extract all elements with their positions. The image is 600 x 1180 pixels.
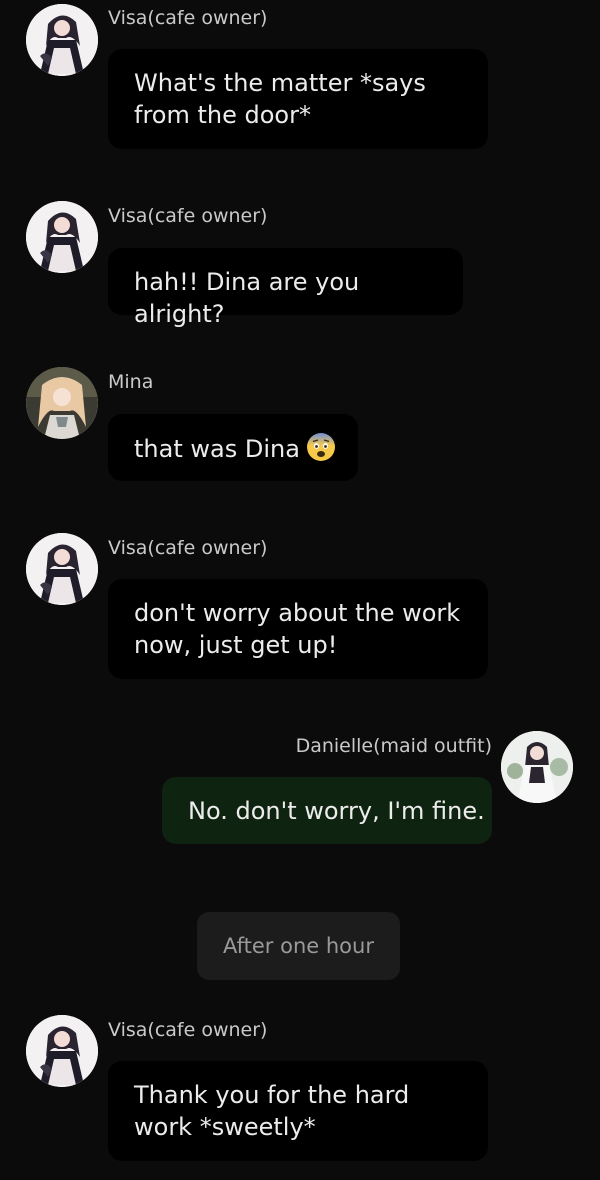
character-avatar-icon	[26, 4, 98, 76]
message-bubble[interactable]: don't worry about the work now, just get…	[108, 579, 488, 679]
sender-name: Visa(cafe owner)	[108, 205, 268, 227]
danielle-avatar[interactable]	[501, 731, 573, 803]
character-avatar-icon	[26, 201, 98, 273]
message-text: that was Dina	[134, 435, 300, 463]
sender-name: Danielle(maid outfit)	[295, 735, 492, 757]
visa-avatar[interactable]	[26, 1015, 98, 1087]
message-bubble[interactable]: What's the matter *says from the door*	[108, 49, 488, 149]
message-bubble[interactable]: Thank you for the hard work *sweetly*	[108, 1061, 488, 1161]
message-bubble[interactable]: hah!! Dina are you alright?	[108, 248, 463, 328]
sender-name: Visa(cafe owner)	[108, 537, 268, 559]
visa-avatar[interactable]	[26, 4, 98, 76]
character-avatar-icon	[26, 533, 98, 605]
character-avatar-icon	[501, 731, 573, 803]
sender-name: Mina	[108, 371, 154, 393]
sender-name: Visa(cafe owner)	[108, 1019, 268, 1041]
visa-avatar[interactable]	[26, 201, 98, 273]
chat-view: Visa(cafe owner) What's the matter *says…	[0, 0, 600, 1180]
character-avatar-icon	[26, 367, 98, 439]
message-bubble[interactable]: that was Dina	[108, 414, 358, 481]
mina-avatar[interactable]	[26, 367, 98, 439]
message-bubble[interactable]: No. don't worry, I'm fine.	[162, 777, 492, 844]
visa-avatar[interactable]	[26, 533, 98, 605]
character-avatar-icon	[26, 1015, 98, 1087]
sender-name: Visa(cafe owner)	[108, 7, 268, 29]
fearful-face-emoji-icon	[306, 433, 335, 461]
time-divider: After one hour	[197, 912, 400, 980]
